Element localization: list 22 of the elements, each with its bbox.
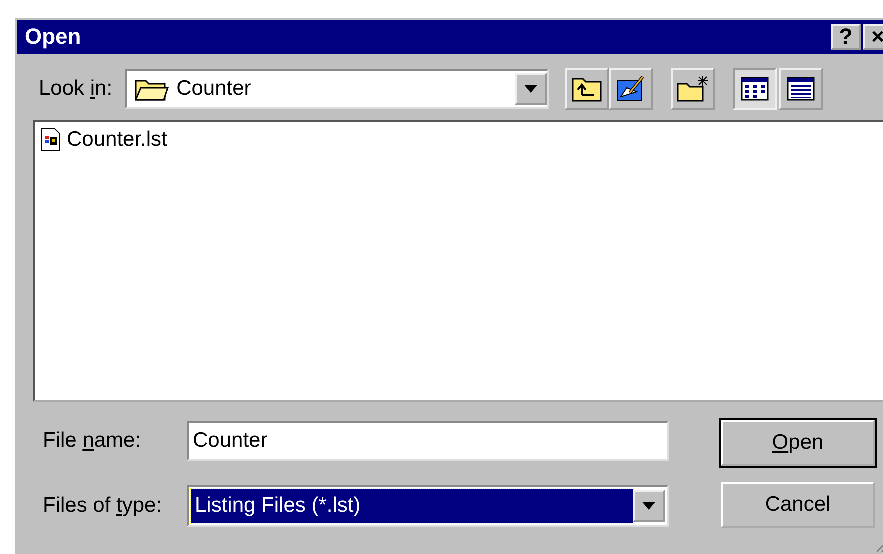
list-view-button[interactable] (732, 68, 777, 110)
details-view-button[interactable] (778, 68, 823, 110)
new-folder-icon (676, 75, 709, 103)
file-name-field[interactable]: Counter (187, 421, 669, 461)
new-folder-button[interactable] (670, 68, 715, 110)
open-button[interactable]: Open (721, 420, 875, 466)
desktop-button[interactable] (608, 68, 653, 110)
look-in-label: Look in: (39, 77, 113, 101)
file-type-dropdown[interactable]: Listing Files (*.lst) (187, 485, 669, 527)
window-title: Open (25, 24, 82, 50)
look-in-dropdown[interactable]: Counter (124, 69, 549, 109)
file-item[interactable]: Counter.lst (41, 128, 879, 152)
desktop-pen-icon (616, 75, 646, 103)
file-type-label: Files of type: (43, 494, 164, 518)
up-folder-button[interactable] (564, 68, 609, 110)
list-view-icon (740, 77, 769, 101)
cancel-button[interactable]: Cancel (721, 482, 875, 528)
file-name-label: File name: (43, 429, 142, 453)
file-icon (41, 128, 61, 152)
details-view-icon (786, 77, 815, 101)
up-folder-icon (572, 76, 602, 102)
help-button[interactable]: ? (831, 24, 861, 50)
